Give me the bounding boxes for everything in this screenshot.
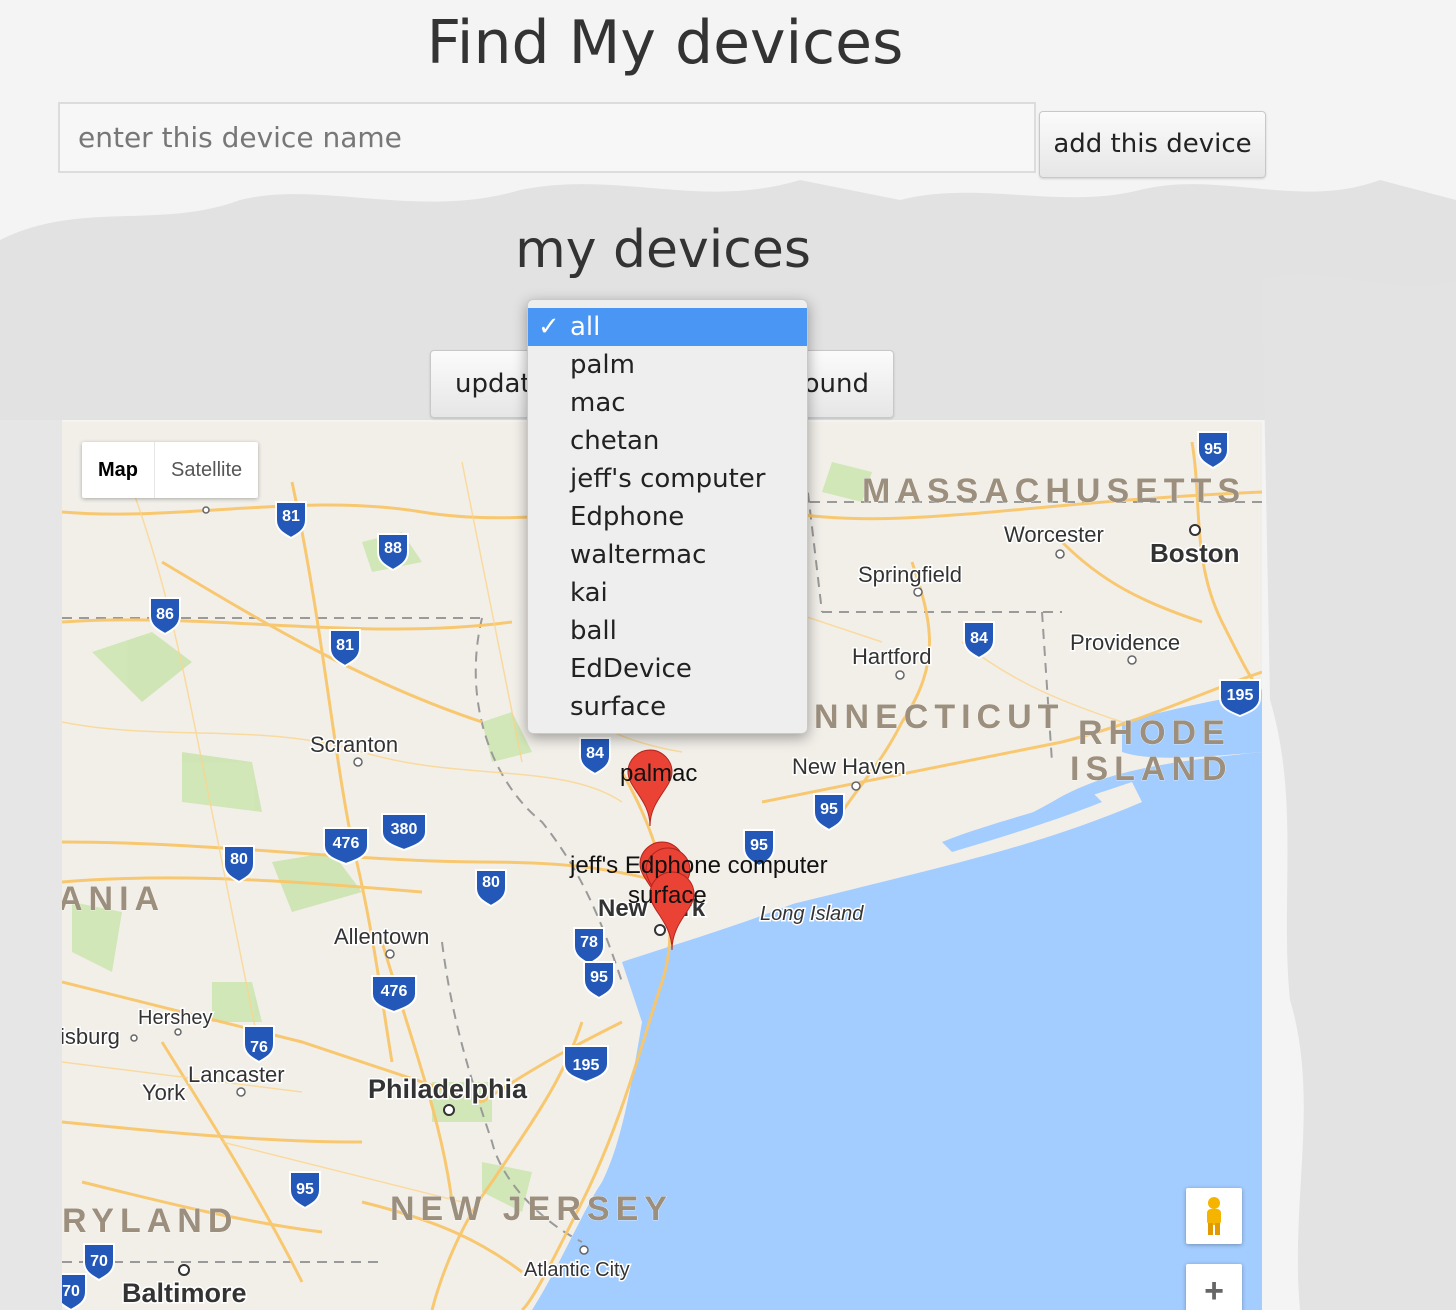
city-label: Boston [1150,538,1240,568]
state-label: ANIA [62,880,165,918]
highway-shield: 84 [970,630,988,647]
state-label: ISLAND [1070,750,1233,788]
city-label: Long Island [760,903,864,925]
device-option[interactable]: ball [528,612,807,650]
city-label: Scranton [310,732,398,757]
city-label: isburg [62,1024,120,1049]
device-option[interactable]: waltermac [528,536,807,574]
highway-shield: 95 [1204,441,1222,458]
checkmark-icon: ✓ [538,312,560,342]
highway-shield: 380 [391,821,418,838]
highway-shield: 80 [230,851,248,868]
state-label: RYLAND [62,1202,238,1240]
highway-shield: 78 [580,934,598,951]
highway-shield: 95 [820,801,838,818]
city-label: Worcester [1004,522,1104,547]
highway-shield: 88 [384,540,402,557]
device-option[interactable]: jeff's computer [528,460,807,498]
state-label: RHODE [1078,714,1231,752]
device-option-label: waltermac [570,540,707,570]
city-label: Atlantic City [524,1259,630,1281]
marker-label: palmac [620,760,698,787]
device-option-label: chetan [570,426,660,456]
highway-shield: 80 [482,874,500,891]
city-label: Providence [1070,630,1180,655]
device-option[interactable]: EdDevice [528,650,807,688]
highway-shield: 70 [62,1283,80,1300]
device-option-label: all [570,312,601,342]
highway-shield: 476 [381,983,408,1000]
city-label: Lancaster [188,1062,285,1087]
device-option[interactable]: palm [528,346,807,384]
city-label: Baltimore [122,1278,247,1308]
city-label: Allentown [334,924,429,949]
state-label: NEW JERSEY [390,1190,673,1228]
highway-shield: 476 [333,835,360,852]
marker-label: surface [628,882,707,909]
state-label: MASSACHUSETTS [862,472,1246,510]
device-option-label: kai [570,578,608,608]
device-option-label: jeff's computer [570,464,766,494]
state-label: NNECTICUT [814,698,1064,736]
device-option[interactable]: chetan [528,422,807,460]
city-label: Philadelphia [368,1074,528,1104]
map-type-satellite-button[interactable]: Satellite [155,442,258,498]
city-label: New Haven [792,754,906,779]
device-option[interactable]: Edphone [528,498,807,536]
marker-label: jeff's Edphone computer [570,852,828,879]
device-option-label: ball [570,616,617,646]
add-device-button[interactable]: add this device [1039,111,1266,178]
device-option-label: EdDevice [570,654,692,684]
zoom-in-icon[interactable]: + [1186,1264,1242,1310]
highway-shield: 76 [250,1039,268,1056]
device-option-label: mac [570,388,626,418]
device-option[interactable]: surface [528,688,807,726]
device-option-label: Edphone [570,502,685,532]
map-type-control: Map Satellite [82,442,259,498]
device-option[interactable]: ✓ all [528,308,807,346]
pegman-icon[interactable] [1186,1188,1242,1244]
device-option[interactable]: mac [528,384,807,422]
highway-shield: 81 [336,637,354,654]
highway-shield: 95 [296,1181,314,1198]
city-label: Hartford [852,644,931,669]
device-option-label: palm [570,350,635,380]
highway-shield: 95 [590,969,608,986]
city-label: Springfield [858,562,962,587]
map-type-map-button[interactable]: Map [82,442,155,498]
highway-shield: 86 [156,606,174,623]
update-button-label-right: ound [803,369,869,399]
section-title: my devices [515,220,811,280]
city-label: York [142,1080,186,1105]
page-title: Find My devices [426,8,904,78]
device-option-label: surface [570,692,667,722]
highway-shield: 70 [90,1253,108,1270]
highway-shield: 195 [1227,687,1254,704]
city-label: Hershey [138,1007,212,1029]
highway-shield: 84 [586,745,604,762]
highway-shield: 195 [573,1057,600,1074]
device-name-input[interactable] [58,102,1036,173]
device-option[interactable]: kai [528,574,807,612]
device-select-dropdown[interactable]: ✓ all palm mac chetan jeff's computer Edphone w… [527,299,808,734]
highway-shield: 81 [282,508,300,525]
